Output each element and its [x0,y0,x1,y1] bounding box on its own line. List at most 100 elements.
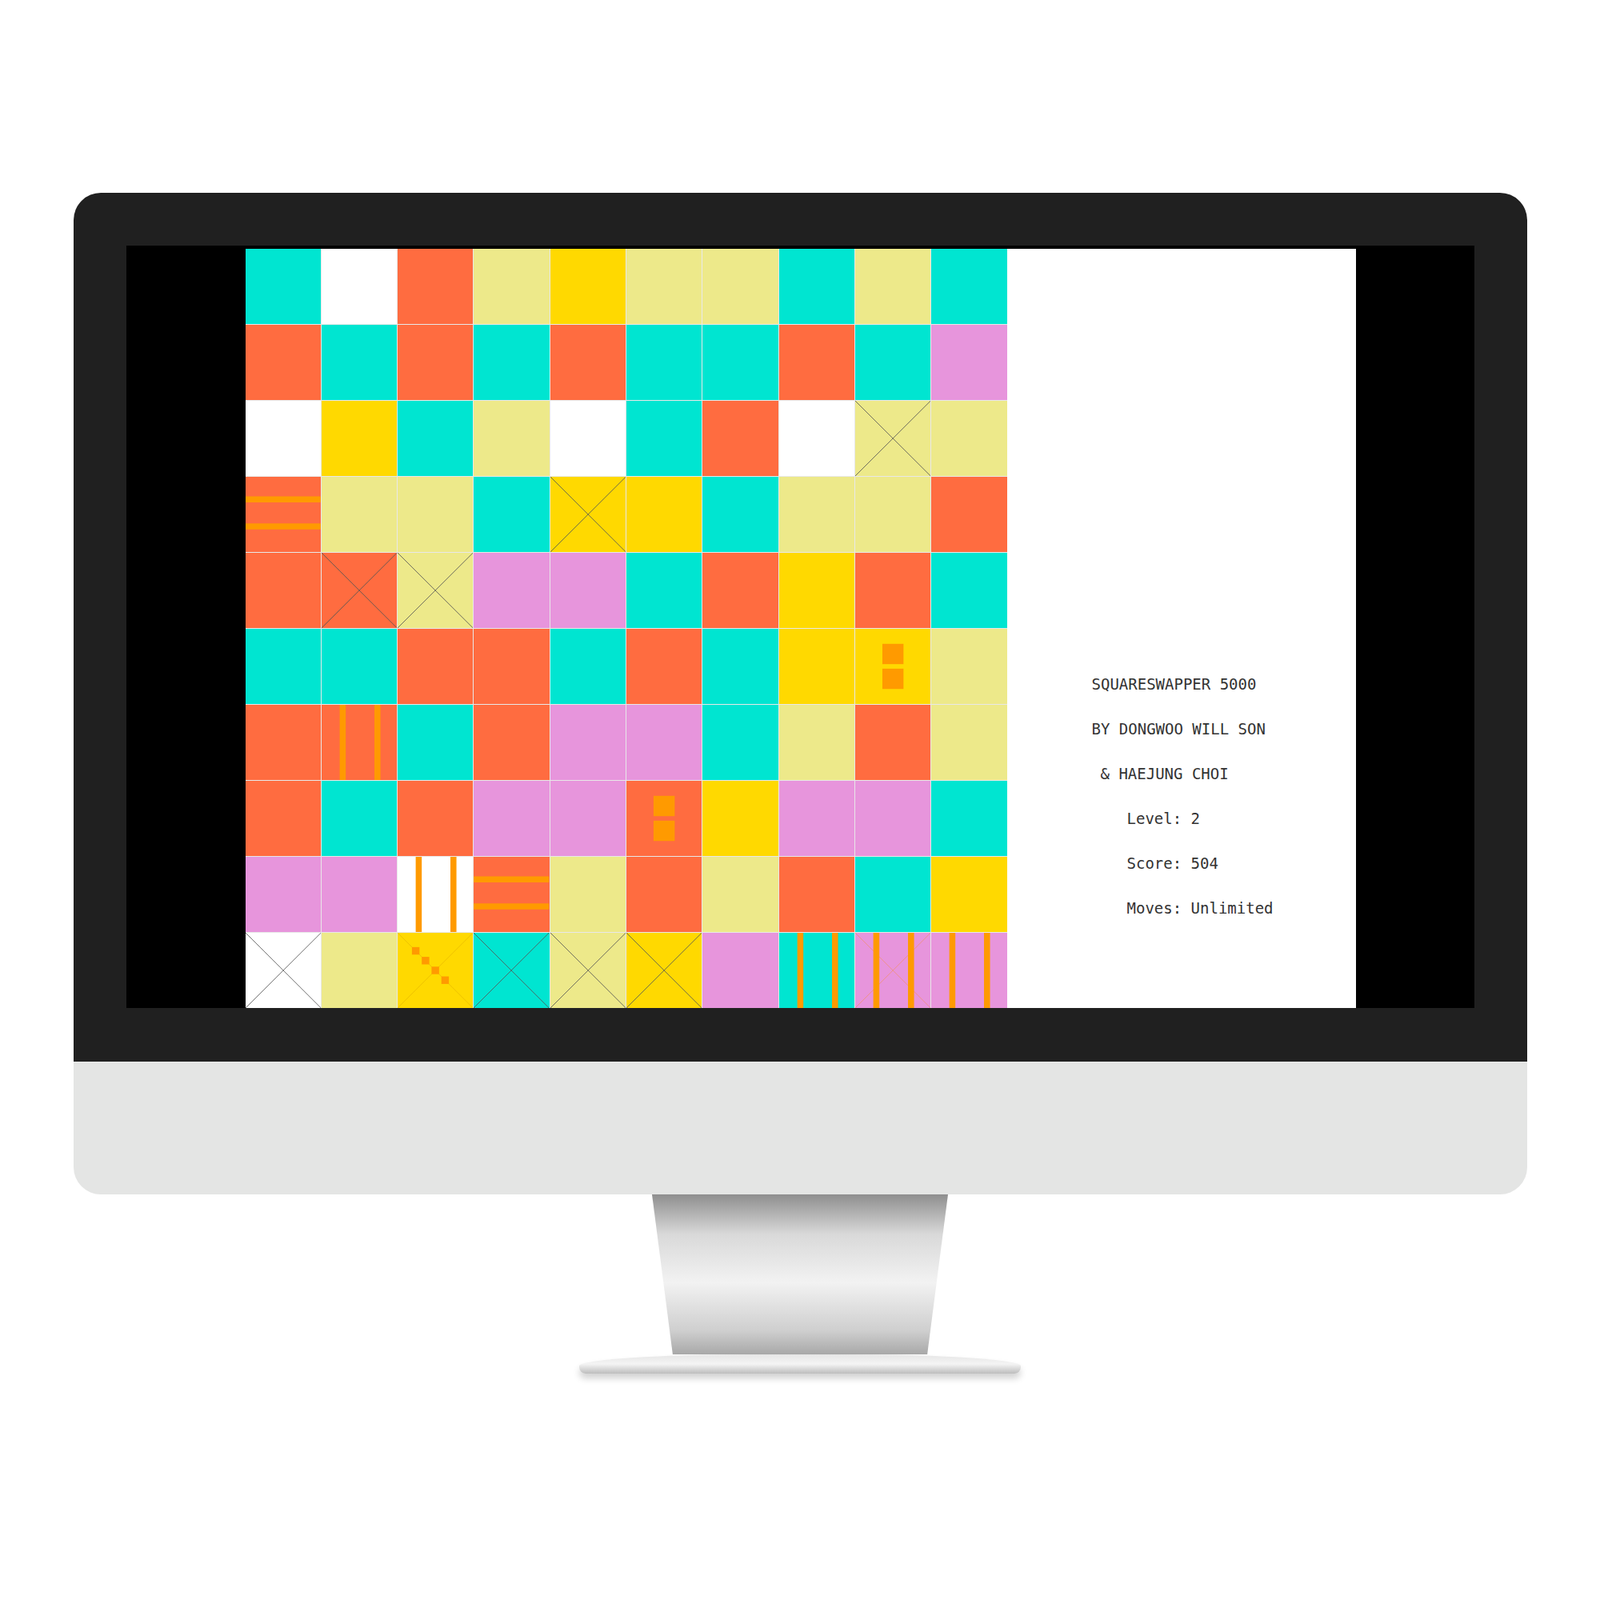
tile[interactable] [855,400,931,476]
tile[interactable] [245,780,321,856]
tile[interactable] [473,704,549,780]
tile[interactable] [779,628,855,704]
tile[interactable] [702,932,778,1008]
tile[interactable] [321,248,397,324]
tile[interactable] [473,932,549,1008]
tile[interactable] [626,476,702,552]
tile[interactable] [779,248,855,324]
tile[interactable] [855,248,931,324]
tile[interactable] [779,476,855,552]
tile[interactable] [397,324,473,400]
tile[interactable] [702,628,778,704]
tile[interactable] [855,856,931,932]
tile[interactable] [626,248,702,324]
tile[interactable] [779,400,855,476]
tile[interactable] [931,704,1007,780]
tile[interactable] [550,400,626,476]
tile[interactable] [321,780,397,856]
tile[interactable] [550,476,626,552]
tile[interactable] [931,856,1007,932]
tile[interactable] [855,780,931,856]
tile[interactable] [626,324,702,400]
tile[interactable] [931,780,1007,856]
tile[interactable] [626,628,702,704]
tile[interactable] [473,324,549,400]
tile[interactable] [702,856,778,932]
tile[interactable] [473,552,549,628]
tile[interactable] [397,248,473,324]
tile[interactable] [702,704,778,780]
tile[interactable] [473,856,549,932]
tile[interactable] [397,628,473,704]
tile[interactable] [550,704,626,780]
tile[interactable] [397,400,473,476]
tile[interactable] [626,780,702,856]
tile[interactable] [931,324,1007,400]
tile[interactable] [550,628,626,704]
tile[interactable] [245,324,321,400]
tile[interactable] [626,856,702,932]
tile[interactable] [931,248,1007,324]
tile[interactable] [245,856,321,932]
tile[interactable] [550,324,626,400]
tile[interactable] [397,704,473,780]
tile[interactable] [779,324,855,400]
tile[interactable] [550,856,626,932]
tile[interactable] [855,932,931,1008]
tile[interactable] [321,400,397,476]
tile[interactable] [245,552,321,628]
tile[interactable] [550,780,626,856]
tile[interactable] [245,400,321,476]
tile[interactable] [245,248,321,324]
tile[interactable] [245,932,321,1008]
tile[interactable] [779,856,855,932]
tile[interactable] [702,400,778,476]
tile[interactable] [550,932,626,1008]
tile[interactable] [779,552,855,628]
tile[interactable] [931,400,1007,476]
tile[interactable] [245,476,321,552]
tile[interactable] [397,780,473,856]
tile[interactable] [397,856,473,932]
tile[interactable] [626,932,702,1008]
tile[interactable] [855,476,931,552]
tile[interactable] [321,324,397,400]
tile[interactable] [855,704,931,780]
tile[interactable] [473,476,549,552]
tile[interactable] [245,704,321,780]
tile[interactable] [321,704,397,780]
tile[interactable] [855,628,931,704]
tile[interactable] [473,628,549,704]
tile[interactable] [702,780,778,856]
tile[interactable] [779,932,855,1008]
tile[interactable] [473,780,549,856]
tile[interactable] [931,628,1007,704]
tile[interactable] [550,552,626,628]
tile[interactable] [626,704,702,780]
tile[interactable] [702,324,778,400]
tile[interactable] [321,552,397,628]
tile[interactable] [779,780,855,856]
tile[interactable] [702,552,778,628]
tile[interactable] [779,704,855,780]
tile[interactable] [550,248,626,324]
tile[interactable] [626,400,702,476]
tile[interactable] [321,476,397,552]
tile[interactable] [931,552,1007,628]
tile[interactable] [702,248,778,324]
tile[interactable] [321,932,397,1008]
tile[interactable] [931,476,1007,552]
tile[interactable] [397,476,473,552]
tile[interactable] [321,628,397,704]
tile[interactable] [626,552,702,628]
tile[interactable] [321,856,397,932]
tile[interactable] [855,324,931,400]
tile[interactable] [397,552,473,628]
tile[interactable] [855,552,931,628]
tile[interactable] [702,476,778,552]
tile[interactable] [931,932,1007,1008]
tile[interactable] [473,248,549,324]
tile[interactable] [473,400,549,476]
tile[interactable] [397,932,473,1008]
tile[interactable] [245,628,321,704]
